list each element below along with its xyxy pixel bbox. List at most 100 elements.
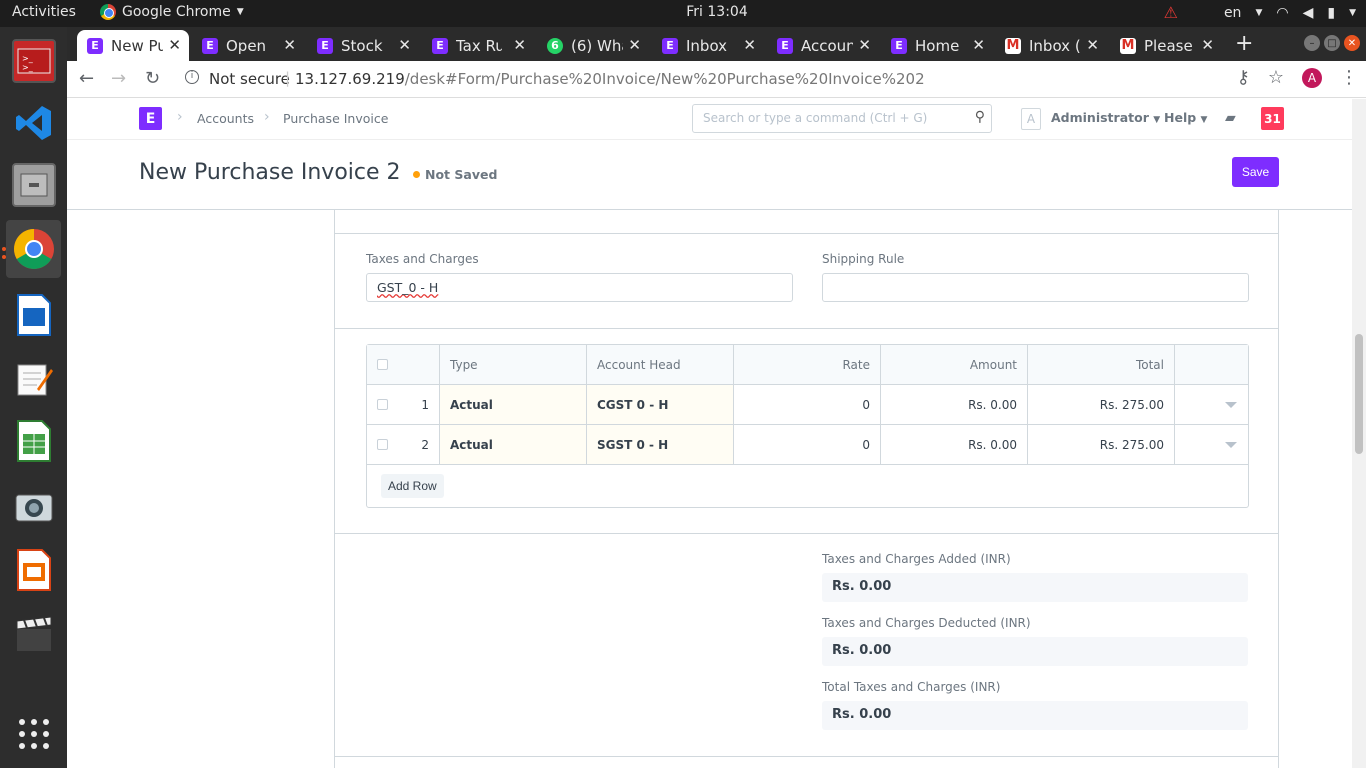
chevron-down-icon[interactable] bbox=[1225, 401, 1237, 408]
browser-tab[interactable]: E Inbox ✕ bbox=[652, 30, 764, 61]
account-head-cell[interactable]: SGST 0 - H bbox=[587, 425, 734, 464]
erpnext-favicon-icon: E bbox=[432, 37, 448, 54]
taxes-charges-input[interactable]: GST_0 - H bbox=[366, 273, 793, 302]
chat-icon[interactable]: ▰ bbox=[1225, 110, 1236, 126]
amount-cell[interactable]: Rs. 0.00 bbox=[881, 385, 1028, 424]
close-icon[interactable]: ✕ bbox=[1201, 36, 1214, 54]
language-indicator[interactable]: en bbox=[1224, 5, 1242, 21]
dock-files[interactable] bbox=[6, 156, 61, 214]
row-actions[interactable] bbox=[1175, 425, 1248, 464]
type-cell[interactable]: Actual bbox=[440, 385, 587, 424]
app-navbar: E › Accounts › Purchase Invoice Search o… bbox=[67, 99, 1352, 140]
terminal-icon: >_ >_ bbox=[11, 39, 56, 83]
rate-cell[interactable]: 0 bbox=[734, 425, 881, 464]
erpnext-logo[interactable]: E bbox=[139, 107, 162, 130]
reload-icon[interactable]: ↻ bbox=[145, 68, 160, 89]
system-tray[interactable]: ⚠ en ▼ ◠ ◀ ▮ ▼ bbox=[1164, 3, 1356, 22]
close-icon[interactable]: ✕ bbox=[972, 36, 985, 54]
breadcrumb-purchase-invoice[interactable]: Purchase Invoice bbox=[283, 111, 388, 126]
table-row[interactable]: 1 Actual CGST 0 - H 0 Rs. 0.00 Rs. 275.0… bbox=[367, 385, 1248, 425]
new-tab-button[interactable]: + bbox=[1235, 31, 1253, 56]
info-icon[interactable]: i bbox=[185, 70, 199, 84]
account-head-cell[interactable]: CGST 0 - H bbox=[587, 385, 734, 424]
show-applications-button[interactable] bbox=[6, 705, 61, 763]
dock-impress[interactable] bbox=[6, 541, 61, 599]
battery-icon[interactable]: ▮ bbox=[1327, 5, 1335, 21]
text-editor-icon bbox=[12, 356, 56, 400]
row-actions[interactable] bbox=[1175, 385, 1248, 424]
chevron-down-icon[interactable] bbox=[1225, 441, 1237, 448]
dock-video-editor[interactable] bbox=[6, 605, 61, 663]
clapperboard-icon bbox=[12, 612, 56, 656]
menu-kebab-icon[interactable]: ⋮ bbox=[1340, 67, 1358, 88]
warning-icon[interactable]: ⚠ bbox=[1164, 3, 1178, 22]
system-top-bar: Activities Google Chrome ▼ Fri 13:04 ⚠ e… bbox=[0, 0, 1366, 27]
search-icon[interactable]: ⚲ bbox=[975, 109, 985, 125]
dock-camera[interactable] bbox=[6, 477, 61, 535]
key-icon[interactable]: ⚷ bbox=[1237, 67, 1250, 88]
total-cell: Rs. 275.00 bbox=[1028, 385, 1175, 424]
browser-tab[interactable]: E New Purchase Invoice ✕ bbox=[77, 30, 189, 61]
page-title: New Purchase Invoice 2 bbox=[139, 160, 401, 185]
breadcrumb-accounts[interactable]: Accounts bbox=[197, 111, 254, 126]
window-close-button[interactable]: ✕ bbox=[1344, 35, 1360, 51]
dock-terminal[interactable]: >_ >_ bbox=[6, 32, 61, 90]
address-bar[interactable]: 13.127.69.219/desk#Form/Purchase%20Invoi… bbox=[295, 70, 925, 88]
row-index: 1 bbox=[421, 397, 429, 412]
close-icon[interactable]: ✕ bbox=[398, 36, 411, 54]
amount-cell[interactable]: Rs. 0.00 bbox=[881, 425, 1028, 464]
row-checkbox[interactable] bbox=[377, 399, 388, 410]
volume-icon[interactable]: ◀ bbox=[1303, 5, 1314, 21]
type-cell[interactable]: Actual bbox=[440, 425, 587, 464]
help-menu[interactable]: Help ▼ bbox=[1164, 110, 1207, 125]
close-icon[interactable]: ✕ bbox=[743, 36, 756, 54]
wifi-icon[interactable]: ◠ bbox=[1276, 5, 1288, 21]
dock-writer[interactable] bbox=[6, 286, 61, 344]
browser-tab[interactable]: E Accounts ✕ bbox=[767, 30, 879, 61]
taxes-added-value: Rs. 0.00 bbox=[822, 573, 1248, 602]
status-label: Not Saved bbox=[425, 167, 498, 182]
save-button[interactable]: Save bbox=[1232, 157, 1279, 187]
page-scrollbar[interactable] bbox=[1352, 99, 1366, 768]
dock-vscode[interactable] bbox=[6, 94, 61, 152]
star-icon[interactable]: ☆ bbox=[1268, 67, 1284, 88]
tab-title: New Purchase Invoice bbox=[111, 36, 163, 55]
browser-tab[interactable]: E Tax Rule ✕ bbox=[422, 30, 534, 61]
close-icon[interactable]: ✕ bbox=[513, 36, 526, 54]
select-all-checkbox[interactable] bbox=[377, 359, 388, 370]
dock-text-editor[interactable] bbox=[6, 349, 61, 407]
browser-tab[interactable]: E Open Stock ✕ bbox=[192, 30, 304, 61]
dock-chrome[interactable] bbox=[6, 220, 61, 278]
browser-tab[interactable]: M Inbox ( ✕ bbox=[995, 30, 1107, 61]
taxes-deducted-value: Rs. 0.00 bbox=[822, 637, 1248, 666]
row-checkbox[interactable] bbox=[377, 439, 388, 450]
taxes-added-label: Taxes and Charges Added (INR) bbox=[822, 552, 1011, 566]
search-input[interactable]: Search or type a command (Ctrl + G) ⚲ bbox=[692, 104, 992, 133]
browser-tab[interactable]: E Home ✕ bbox=[881, 30, 993, 61]
close-icon[interactable]: ✕ bbox=[628, 36, 641, 54]
browser-tab[interactable]: E Stock ✕ bbox=[307, 30, 419, 61]
maximize-button[interactable]: □ bbox=[1324, 35, 1340, 51]
close-icon[interactable]: ✕ bbox=[283, 36, 296, 54]
notifications-badge[interactable]: 31 bbox=[1261, 107, 1284, 130]
clock[interactable]: Fri 13:04 bbox=[0, 4, 1366, 20]
profile-avatar[interactable]: A bbox=[1302, 67, 1322, 88]
browser-tab[interactable]: M Please ✕ bbox=[1110, 30, 1222, 61]
avatar[interactable]: A bbox=[1021, 108, 1041, 130]
ubuntu-dock: >_ >_ bbox=[0, 27, 67, 768]
close-icon[interactable]: ✕ bbox=[858, 36, 871, 54]
table-row[interactable]: 2 Actual SGST 0 - H 0 Rs. 0.00 Rs. 275.0… bbox=[367, 425, 1248, 465]
close-icon[interactable]: ✕ bbox=[168, 36, 181, 54]
scrollbar-thumb[interactable] bbox=[1355, 334, 1363, 454]
rate-cell[interactable]: 0 bbox=[734, 385, 881, 424]
back-arrow-icon[interactable]: ← bbox=[79, 68, 94, 89]
forward-arrow-icon[interactable]: → bbox=[111, 68, 126, 89]
browser-tab[interactable]: 6 (6) WhatsApp ✕ bbox=[537, 30, 649, 61]
add-row-button[interactable]: Add Row bbox=[381, 474, 444, 498]
close-icon[interactable]: ✕ bbox=[1086, 36, 1099, 54]
shipping-rule-input[interactable] bbox=[822, 273, 1249, 302]
not-secure-label[interactable]: Not secure bbox=[209, 70, 290, 88]
dock-calc[interactable] bbox=[6, 412, 61, 470]
minimize-button[interactable]: – bbox=[1304, 35, 1320, 51]
user-menu[interactable]: Administrator ▼ bbox=[1051, 110, 1160, 125]
